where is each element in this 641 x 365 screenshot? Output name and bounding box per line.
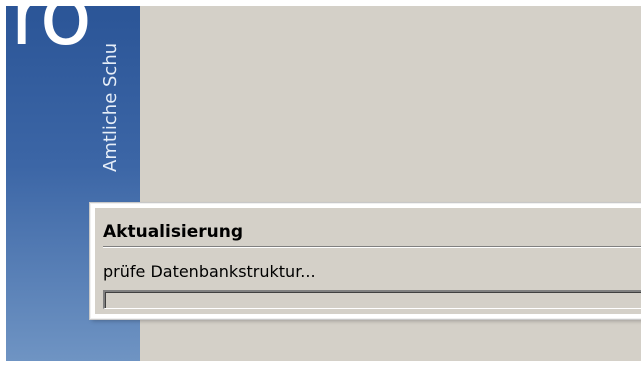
splash-caption: Amtliche Schu — [100, 42, 121, 172]
dialog-body: Aktualisierung prüfe Datenbankstruktur..… — [95, 208, 641, 314]
dialog-separator — [103, 246, 641, 248]
screen: ro Amtliche Schu Aktualisierung prüfe Da… — [0, 0, 641, 365]
progress-bar — [103, 290, 641, 309]
progress-dialog: Aktualisierung prüfe Datenbankstruktur..… — [90, 203, 641, 319]
logo: ro — [10, 6, 92, 65]
dialog-title: Aktualisierung — [103, 222, 244, 242]
dialog-status-text: prüfe Datenbankstruktur... — [103, 262, 316, 281]
